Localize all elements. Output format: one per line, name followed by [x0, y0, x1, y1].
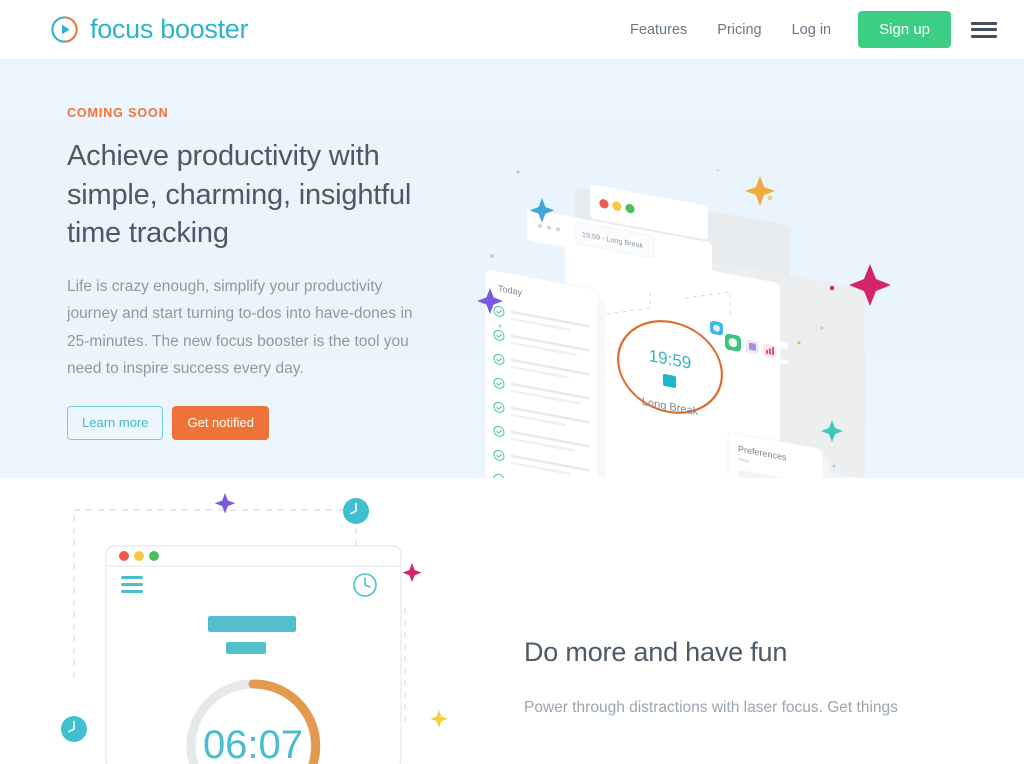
feature-body: Power through distractions with laser fo… [524, 699, 898, 717]
brand-logo[interactable]: focus booster [50, 14, 249, 44]
site-header: focus booster Features Pricing Log in Si… [0, 0, 1024, 60]
nav-link-login[interactable]: Log in [777, 14, 847, 46]
timer-app-illustration: 06:07 [60, 488, 480, 764]
clock-badge-top [343, 498, 369, 524]
sparkle-yellow [430, 710, 448, 728]
feature-copy: Do more and have fun Power through distr… [524, 636, 964, 722]
feature-title: Do more and have fun [524, 637, 788, 667]
learn-more-button[interactable]: Learn more [67, 406, 164, 441]
hamburger-bar [971, 28, 997, 31]
traffic-light-yellow [134, 551, 144, 561]
nav-link-pricing[interactable]: Pricing [702, 14, 776, 46]
app-window: 06:07 [105, 545, 402, 764]
subtitle-placeholder [226, 642, 266, 654]
traffic-light-red [119, 551, 129, 561]
nav-link-features[interactable]: Features [615, 14, 702, 46]
main-nav: Features Pricing Log in Sign up [615, 11, 997, 48]
sparkle-orange [745, 176, 775, 206]
signup-button[interactable]: Sign up [858, 11, 951, 48]
isometric-app-illustration: 19:59 - Long Break Today 19:59 Long Brea… [470, 158, 940, 478]
timer-stop-icon [663, 373, 676, 388]
section-two-illustration-svg: 06:07 [61, 493, 448, 764]
traffic-light-green [149, 551, 159, 561]
hamburger-bar [971, 21, 997, 25]
hero-title: Achieve productivity with simple, charmi… [67, 140, 412, 250]
hamburger-menu-icon[interactable] [971, 20, 997, 40]
feature-section: 06:07 Do more and have fun Power through… [0, 478, 1024, 764]
hamburger-menu-icon[interactable] [121, 576, 143, 593]
clock-badge-left [61, 716, 87, 742]
hero-body: Life is crazy enough, simplify your prod… [67, 277, 413, 378]
hero-section: COMING SOON Achieve productivity with si… [0, 60, 1024, 478]
hero-copy: COMING SOON Achieve productivity with si… [0, 60, 440, 478]
title-bar-placeholder [208, 616, 296, 632]
sparkle-pink [402, 563, 422, 583]
brand-name: focus booster [90, 14, 249, 44]
play-circle-icon [51, 16, 78, 43]
get-notified-button[interactable]: Get notified [172, 406, 269, 441]
hamburger-bar [971, 34, 997, 38]
today-panel: Today [484, 269, 605, 478]
timer-value: 06:07 [203, 723, 303, 764]
hero-illustration-svg: 19:59 - Long Break Today 19:59 Long Brea… [477, 168, 891, 478]
hero-eyebrow: COMING SOON [67, 106, 169, 120]
hero-actions: Learn more Get notified [67, 406, 440, 441]
